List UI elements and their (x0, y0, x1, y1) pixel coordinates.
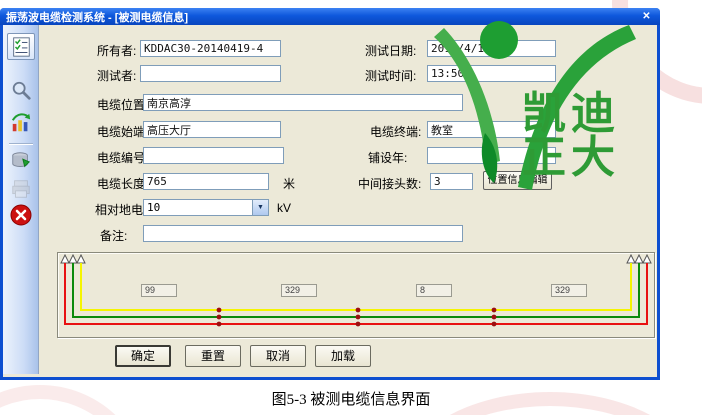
owner-input[interactable] (140, 40, 281, 57)
toolbar-button-chart[interactable] (7, 109, 35, 136)
title-bar[interactable]: 振荡波电缆检测系统 - [被测电缆信息] ✕ (0, 8, 660, 25)
laying-year-label: 铺设年: (368, 149, 407, 166)
voltage-unit-label: kV (277, 201, 291, 215)
manual-page: 振荡波电缆检测系统 - [被测电缆信息] ✕ (0, 0, 702, 415)
figure-caption: 图5-3 被测电缆信息界面 (0, 388, 702, 409)
cancel-button[interactable]: 取消 (250, 345, 306, 367)
length-unit-label: 米 (283, 175, 295, 192)
segment-label: 329 (281, 284, 317, 297)
remark-label: 备注: (100, 227, 127, 244)
tester-label: 测试者: (97, 67, 136, 84)
edit-position-button[interactable]: 位置信息编辑 (483, 171, 552, 190)
toolbar (3, 25, 39, 374)
owner-label: 所有者: (97, 42, 136, 59)
toolbar-button-save[interactable] (7, 147, 35, 174)
search-icon (10, 80, 32, 102)
cable-location-label: 电缆位置: (97, 96, 148, 113)
save-icon (10, 150, 32, 172)
cable-length-label: 电缆长度: (97, 175, 148, 192)
form-list-icon (10, 36, 32, 58)
test-date-label: 测试日期: (365, 42, 416, 59)
chart-icon (10, 112, 32, 134)
cable-number-label: 电缆编号: (97, 149, 148, 166)
print-icon (10, 178, 32, 200)
toolbar-separator (9, 143, 33, 145)
load-button[interactable]: 加载 (315, 345, 371, 367)
cable-location-input[interactable] (143, 94, 463, 111)
cable-start-input[interactable] (143, 121, 281, 138)
cable-end-label: 电缆终端: (370, 123, 421, 140)
test-time-input[interactable] (427, 65, 556, 82)
chevron-down-icon[interactable]: ▼ (252, 200, 268, 215)
toolbar-button-print (7, 175, 35, 202)
reset-button[interactable]: 重置 (185, 345, 241, 367)
laying-year-input[interactable] (427, 147, 556, 164)
remark-input[interactable] (143, 225, 463, 242)
phase-voltage-value: 10 (144, 201, 252, 214)
tester-input[interactable] (140, 65, 281, 82)
exit-icon (9, 203, 33, 227)
cable-end-input[interactable] (427, 121, 556, 138)
cable-start-label: 电缆始端: (97, 123, 148, 140)
segment-label: 8 (416, 284, 452, 297)
toolbar-button-form[interactable] (7, 33, 35, 60)
window-title: 振荡波电缆检测系统 - [被测电缆信息] (6, 9, 188, 25)
test-time-label: 测试时间: (365, 67, 416, 84)
cable-number-input[interactable] (143, 147, 284, 164)
segment-label: 99 (141, 284, 177, 297)
joint-count-input[interactable] (430, 173, 473, 190)
toolbar-button-exit[interactable] (7, 201, 35, 228)
toolbar-button-search[interactable] (7, 77, 35, 104)
close-icon[interactable]: ✕ (639, 10, 654, 23)
phase-voltage-select[interactable]: 10 ▼ (143, 199, 269, 216)
ok-button[interactable]: 确定 (115, 345, 171, 367)
cable-length-input[interactable] (143, 173, 269, 190)
joint-count-label: 中间接头数: (358, 175, 421, 192)
segment-label: 329 (551, 284, 587, 297)
test-date-input[interactable] (427, 40, 556, 57)
cable-diagram-panel: 99 329 8 329 (57, 252, 655, 338)
